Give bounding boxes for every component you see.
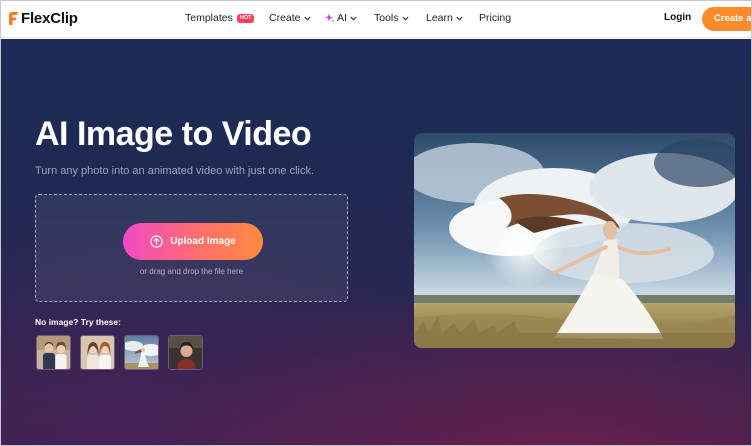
sample-image-girl-field[interactable] <box>124 335 159 370</box>
nav-tools[interactable]: Tools <box>374 12 409 24</box>
chevron-down-icon <box>456 16 463 21</box>
nav-ai-label: AI <box>337 12 347 24</box>
chevron-down-icon <box>401 16 409 21</box>
nav-ai[interactable]: AI <box>325 12 357 24</box>
sample-image-couple[interactable] <box>36 335 71 370</box>
hero-subtitle: Turn any photo into an animated video wi… <box>35 165 315 177</box>
nav-templates[interactable]: Templates HOT <box>185 12 255 24</box>
sparkle-icon <box>325 13 335 23</box>
sample-images <box>36 335 203 370</box>
sample-image-man[interactable] <box>168 335 203 370</box>
sample-image-women[interactable] <box>80 335 115 370</box>
hero-title: AI Image to Video <box>35 115 312 153</box>
logo-text: FlexClip <box>21 10 78 27</box>
upload-image-button[interactable]: Upload Image <box>123 223 263 260</box>
nav-create-label: Create <box>269 12 301 24</box>
upload-image-label: Upload Image <box>170 236 236 247</box>
hero-section: AI Image to Video Turn any photo into an… <box>1 39 751 445</box>
logo-mark-icon <box>9 12 18 25</box>
preview-image <box>414 133 735 348</box>
create-video-button[interactable]: Create a V <box>702 7 751 31</box>
nav-pricing[interactable]: Pricing <box>479 12 511 24</box>
try-samples-label: No image? Try these: <box>35 317 121 327</box>
flexclip-logo[interactable]: FlexClip <box>7 10 78 27</box>
browser-frame: FlexClip Templates HOT Create AI Tools L… <box>0 0 752 446</box>
nav-tools-label: Tools <box>374 12 399 24</box>
drop-hint: or drag and drop the file here <box>139 267 244 276</box>
chevron-down-icon <box>350 16 357 21</box>
nav-learn[interactable]: Learn <box>426 12 463 24</box>
nav-pricing-label: Pricing <box>479 12 512 24</box>
upload-icon <box>150 235 163 248</box>
login-link[interactable]: Login <box>664 12 691 23</box>
nav-learn-label: Learn <box>426 12 453 24</box>
upload-dropzone[interactable]: Upload Image or drag and drop the file h… <box>35 194 348 302</box>
hot-badge: HOT <box>236 13 255 23</box>
nav-create[interactable]: Create <box>269 12 311 24</box>
top-navigation: FlexClip Templates HOT Create AI Tools L… <box>1 1 751 38</box>
chevron-down-icon <box>303 16 311 21</box>
nav-templates-label: Templates <box>185 12 233 24</box>
